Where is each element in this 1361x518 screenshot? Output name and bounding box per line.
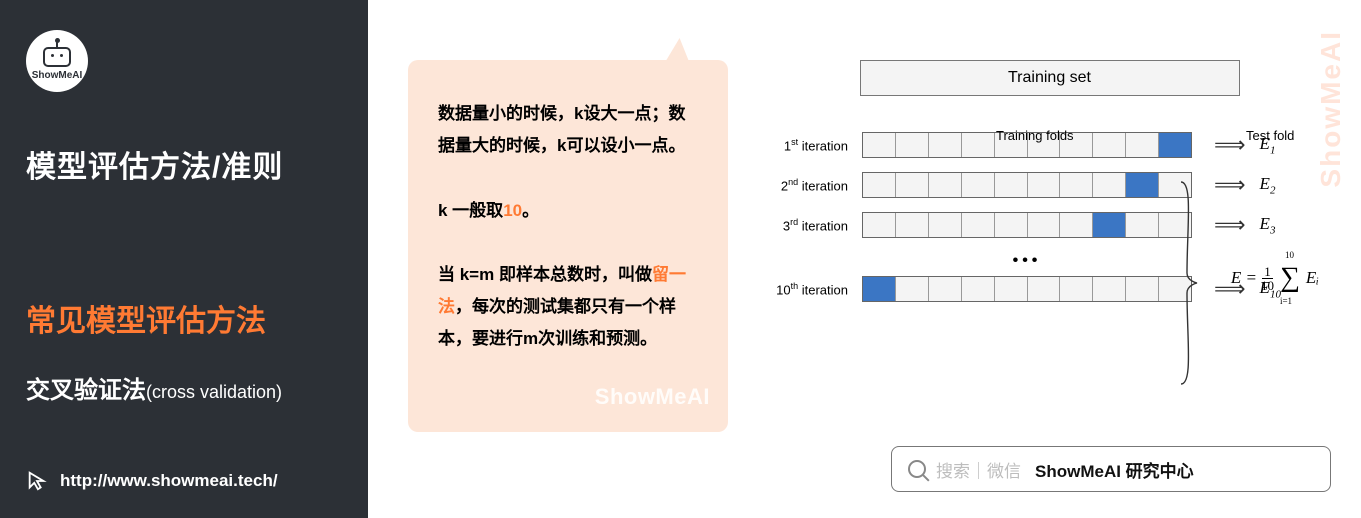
- train-cell: [1093, 133, 1126, 157]
- arrow-icon: ⟹: [1214, 212, 1246, 238]
- logo-text: ShowMeAI: [32, 70, 83, 81]
- fold-strip: [862, 172, 1192, 198]
- train-cell: [995, 213, 1028, 237]
- heading-main: 模型评估方法/准则: [26, 142, 342, 186]
- train-cell: [929, 213, 962, 237]
- sigma-icon: ∑ 10 i=1: [1280, 262, 1300, 294]
- train-cell: [896, 277, 929, 301]
- train-cell: [995, 277, 1028, 301]
- error-var: E2: [1260, 174, 1276, 196]
- train-cell: [1126, 133, 1159, 157]
- speech-bubble: 数据量小的时候，k设大一点；数据量大的时候，k可以设小一点。 k 一般取10。 …: [408, 60, 728, 432]
- brace-icon: [1177, 178, 1201, 388]
- sidebar: ShowMeAI 模型评估方法/准则 常见模型评估方法 交叉验证法(cross …: [0, 0, 368, 518]
- fold-row: 3rd iteration ⟹ E3: [768, 212, 1331, 238]
- fraction: 1 10: [1261, 265, 1274, 292]
- train-cell: [896, 213, 929, 237]
- train-cell: [1060, 173, 1093, 197]
- train-cell: [1126, 213, 1159, 237]
- test-cell: [1159, 133, 1191, 157]
- train-cell: [863, 173, 896, 197]
- row-label: 1st iteration: [768, 137, 848, 153]
- test-cell: [1093, 213, 1126, 237]
- train-cell: [929, 173, 962, 197]
- row-label: 2nd iteration: [768, 177, 848, 193]
- train-cell: [1093, 277, 1126, 301]
- content: 数据量小的时候，k设大一点；数据量大的时候，k可以设小一点。 k 一般取10。 …: [368, 0, 1361, 518]
- train-cell: [929, 277, 962, 301]
- footer: http://www.showmeai.tech/: [26, 470, 278, 492]
- label-training-folds: Training folds: [996, 128, 1074, 143]
- train-cell: [1126, 277, 1159, 301]
- test-cell: [1126, 173, 1159, 197]
- train-cell: [1060, 277, 1093, 301]
- train-cell: [962, 277, 995, 301]
- train-cell: [896, 173, 929, 197]
- footer-link[interactable]: http://www.showmeai.tech/: [60, 471, 278, 491]
- test-cell: [863, 277, 896, 301]
- search-hint: 搜索｜微信: [936, 457, 1021, 482]
- bubble-p2: k 一般取10。: [438, 195, 698, 227]
- train-cell: [995, 173, 1028, 197]
- train-cell: [1028, 213, 1061, 237]
- label-test-fold: Test fold: [1246, 128, 1294, 143]
- train-cell: [896, 133, 929, 157]
- bubble-watermark: ShowMeAI: [595, 376, 710, 418]
- bubble-p1: 数据量小的时候，k设大一点；数据量大的时候，k可以设小一点。: [438, 98, 698, 163]
- row-label: 3rd iteration: [768, 217, 848, 233]
- diagram: Training set Training folds Test fold 1s…: [768, 30, 1331, 488]
- heading-detail-text: 交叉验证法: [26, 377, 146, 404]
- bubble-p3: 当 k=m 即样本总数时，叫做留一法，每次的测试集都只有一个样本，要进行m次训练…: [438, 259, 698, 356]
- train-cell: [1060, 213, 1093, 237]
- logo-icon: ShowMeAI: [26, 30, 88, 92]
- fold-strip: [862, 212, 1192, 238]
- search-icon: [908, 460, 926, 478]
- logo-wrap: ShowMeAI: [26, 30, 342, 92]
- row-label: 10th iteration: [768, 281, 848, 297]
- ellipsis: •••: [862, 252, 1192, 270]
- train-cell: [863, 213, 896, 237]
- fold-row: 2nd iteration ⟹ E2: [768, 172, 1331, 198]
- side-watermark: ShowMeAI: [1315, 30, 1347, 188]
- train-cell: [1028, 173, 1061, 197]
- heading-sub: 常见模型评估方法: [26, 296, 342, 340]
- heading-detail-paren: (cross validation): [146, 382, 282, 402]
- arrow-icon: ⟹: [1214, 172, 1246, 198]
- search-strong: ShowMeAI 研究中心: [1035, 457, 1194, 482]
- train-cell: [863, 133, 896, 157]
- train-cell: [962, 173, 995, 197]
- heading-detail: 交叉验证法(cross validation): [26, 370, 342, 405]
- formula: E = 1 10 ∑ 10 i=1 Eᵢ: [1231, 262, 1319, 294]
- error-var: E3: [1260, 214, 1276, 236]
- train-cell: [929, 133, 962, 157]
- train-cell: [1028, 277, 1061, 301]
- train-cell: [962, 213, 995, 237]
- arrow-icon: ⟹: [1214, 132, 1246, 158]
- train-cell: [962, 133, 995, 157]
- train-cell: [1093, 173, 1126, 197]
- cursor-icon: [26, 470, 48, 492]
- search-bar[interactable]: 搜索｜微信 ShowMeAI 研究中心: [891, 446, 1331, 492]
- training-set-box: Training set: [860, 60, 1240, 96]
- fold-strip: [862, 276, 1192, 302]
